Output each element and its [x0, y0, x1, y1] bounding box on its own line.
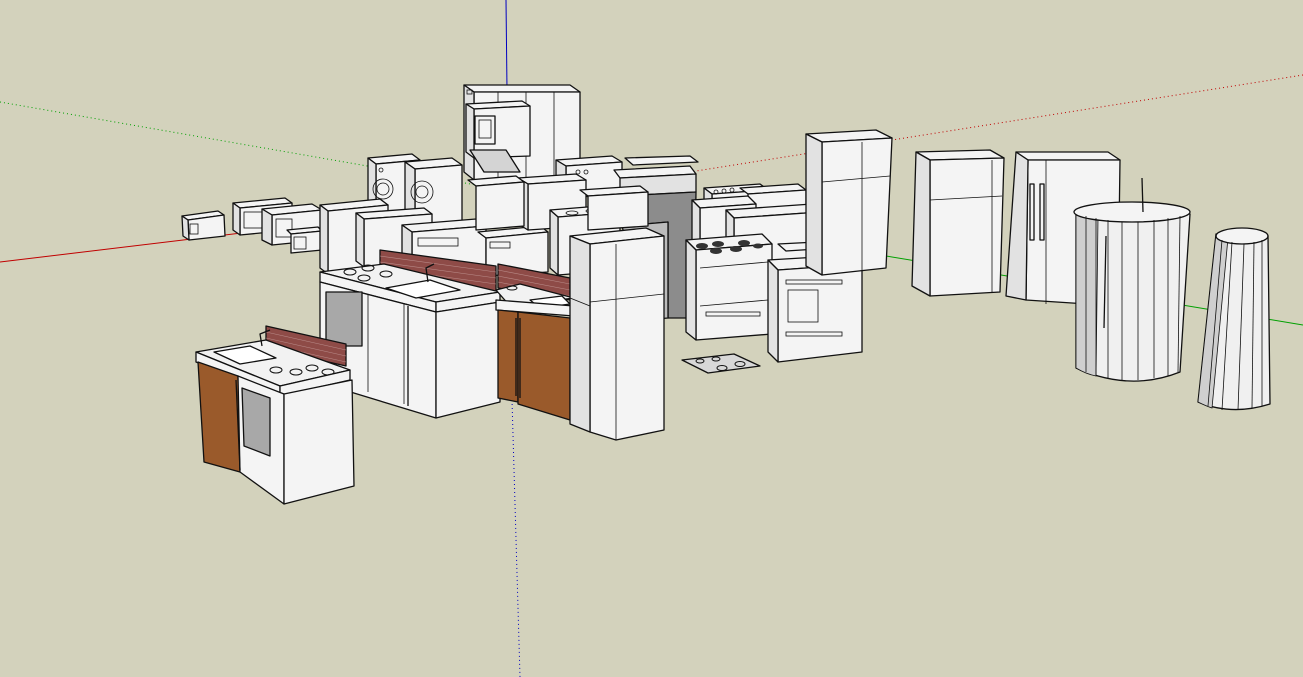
kitchen-unit-compact[interactable] [195, 325, 355, 505]
blue-axis-dotted [511, 399, 521, 677]
microwave[interactable] [261, 203, 323, 254]
range-stove[interactable] [579, 185, 649, 231]
cylindrical-refrigerator[interactable] [1073, 177, 1191, 382]
refrigerator[interactable] [805, 129, 893, 276]
kitchen-sink-counter[interactable] [495, 263, 575, 421]
cooktop[interactable] [681, 353, 761, 374]
3d-viewport[interactable] [0, 0, 1303, 677]
refrigerator[interactable] [569, 227, 665, 441]
blue-axis-solid [505, 0, 508, 91]
model-scene[interactable] [0, 0, 1303, 677]
cylindrical-refrigerator[interactable] [1197, 227, 1271, 411]
refrigerator[interactable] [911, 149, 1005, 297]
microwave[interactable] [181, 210, 226, 241]
range-stove[interactable] [685, 233, 773, 341]
